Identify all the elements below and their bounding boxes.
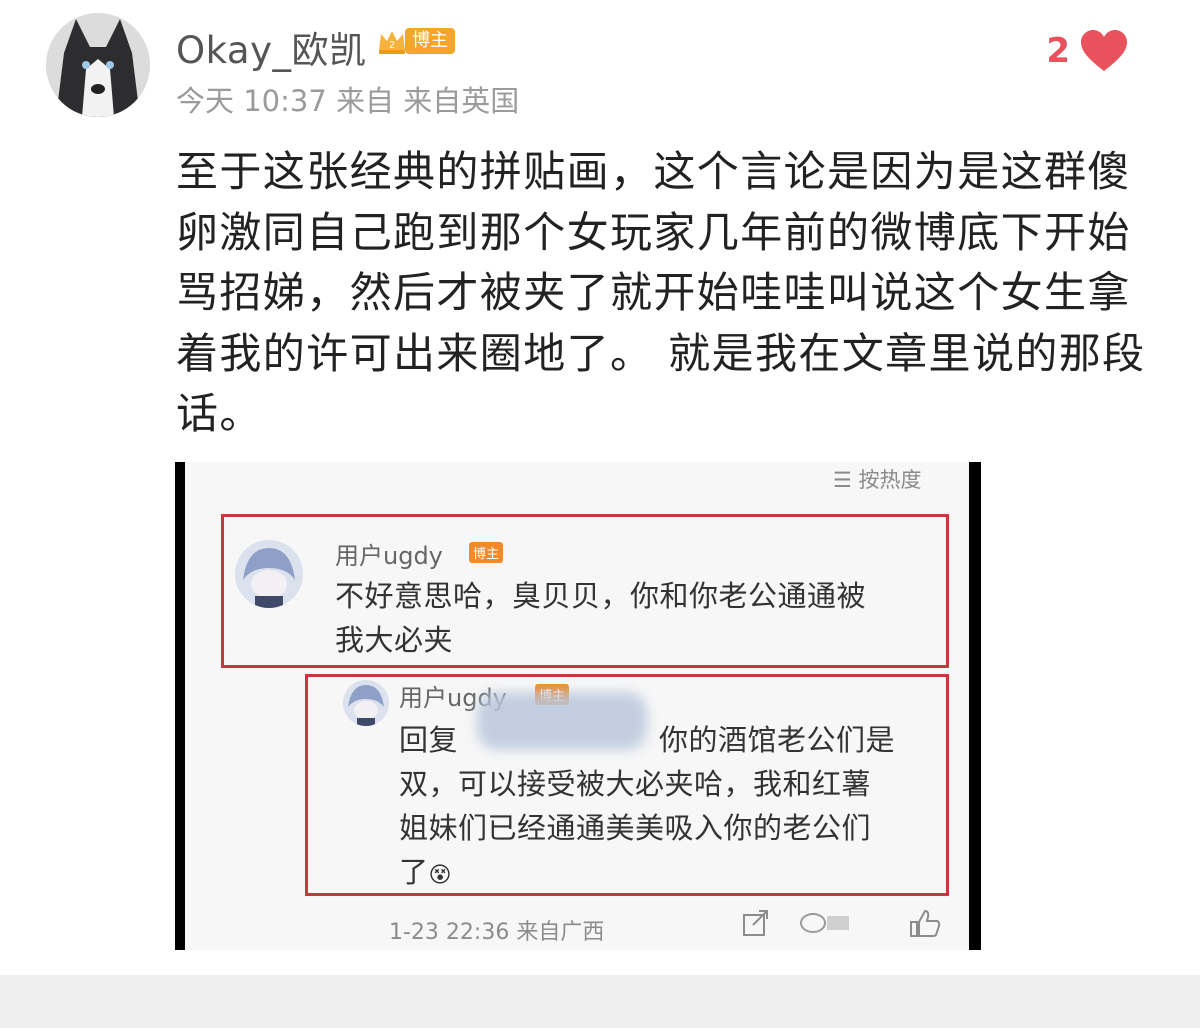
reply-line-4-text: 了 xyxy=(399,855,429,889)
share-icon xyxy=(743,910,768,936)
comment-meta: 1-23 22:36 来自广西 xyxy=(389,920,605,945)
anime-avatar-icon xyxy=(235,540,303,608)
comment-tag: 博主 xyxy=(469,542,504,563)
reply-avatar xyxy=(343,680,389,726)
post-username[interactable]: Okay_欧凯 xyxy=(176,20,366,74)
reply-line-1: 你的酒馆老公们是 xyxy=(659,723,896,757)
comment-line-2: 我大必夹 xyxy=(335,623,454,657)
reply-emoji: 😵 xyxy=(428,863,452,888)
like-button[interactable]: 2 xyxy=(1046,30,1128,72)
reply-prefix: 回复 xyxy=(399,723,459,757)
badge-label: 博主 xyxy=(405,28,455,54)
embedded-screenshot[interactable]: ☰ 按热度 用户ugdy 博主 不好意思哈，臭贝贝，你和你老公通通被 我大必夹 … xyxy=(175,462,981,950)
embedded-content: ☰ 按热度 用户ugdy 博主 不好意思哈，臭贝贝，你和你老公通通被 我大必夹 … xyxy=(185,462,969,950)
crown-icon: 2 xyxy=(379,31,405,54)
anime-avatar-icon xyxy=(343,680,389,726)
sort-by-hot: ☰ 按热度 xyxy=(833,468,922,492)
husky-avatar-icon xyxy=(46,13,150,117)
like-count: 2 xyxy=(1046,31,1070,71)
post-meta: 今天 10:37 来自 来自英国 xyxy=(176,84,520,118)
user-avatar[interactable] xyxy=(46,13,150,117)
bottom-bar xyxy=(0,975,1200,1028)
like-icon xyxy=(910,909,941,937)
comment-username: 用户ugdy xyxy=(335,542,443,570)
reply-line-4: 了😵 xyxy=(399,850,452,898)
blogger-badge: 2 博主 xyxy=(376,26,455,56)
svg-text:2: 2 xyxy=(389,40,395,51)
comment-avatar xyxy=(235,540,303,608)
post-text: 至于这张经典的拼贴画，这个言论是因为是这群傻卵激同自己跑到那个女玩家几年前的微博… xyxy=(176,147,1146,438)
reply-line-3: 姐妹们已经通通美美吸入你的老公们 xyxy=(399,811,872,845)
comment-icon xyxy=(800,913,849,933)
comment-line-1: 不好意思哈，臭贝贝，你和你老公通通被 xyxy=(335,579,867,613)
heart-icon xyxy=(1081,30,1127,71)
blurred-username xyxy=(477,692,647,750)
reply-line-2: 双，可以接受被大必夹哈，我和红薯 xyxy=(399,767,872,801)
